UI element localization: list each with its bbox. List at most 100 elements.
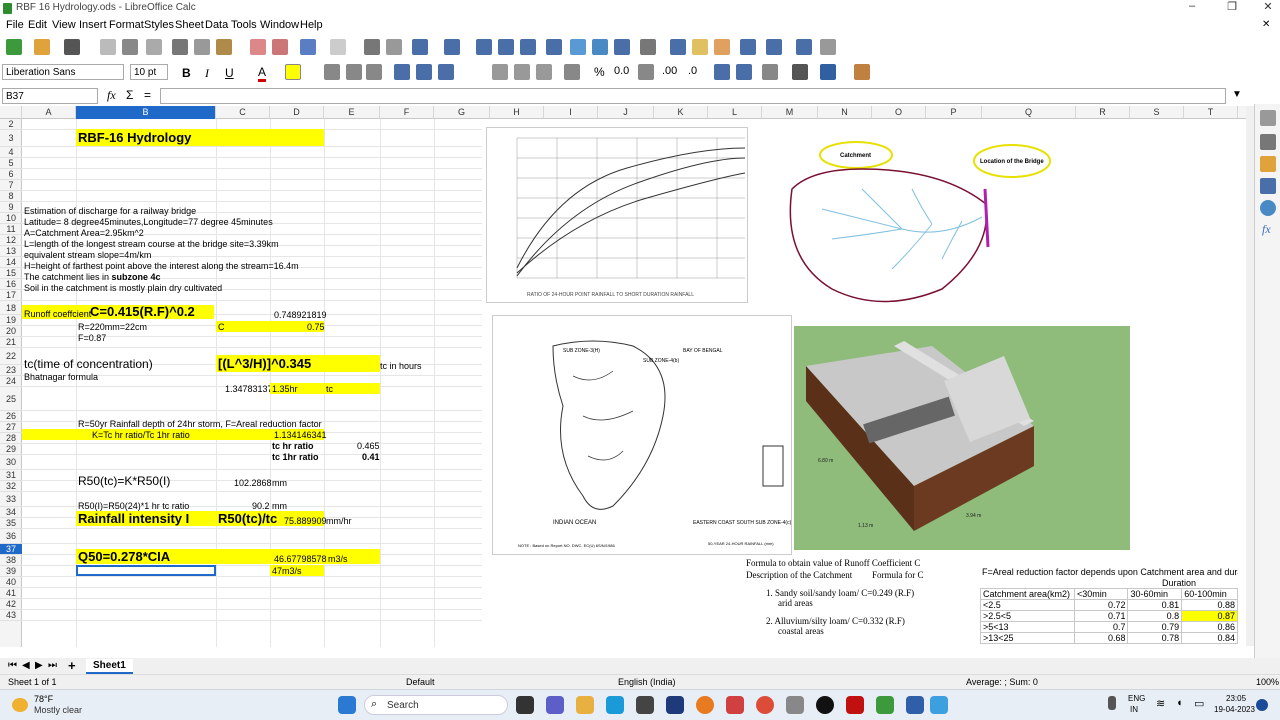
formula-icon[interactable]: = <box>144 88 151 102</box>
border-style-icon[interactable] <box>792 64 808 80</box>
notification-icon[interactable] <box>1256 699 1268 711</box>
properties-icon[interactable] <box>1260 134 1276 150</box>
row-header[interactable]: 15 <box>0 268 22 279</box>
app-icon[interactable] <box>666 696 684 714</box>
row-header[interactable]: 34 <box>0 507 22 518</box>
print-preview-icon[interactable] <box>146 39 162 55</box>
first-sheet-icon[interactable]: ⏮ <box>8 660 17 671</box>
column-header[interactable]: F <box>380 106 434 119</box>
active-cell-b37[interactable] <box>76 565 216 576</box>
row-header[interactable]: 6 <box>0 169 22 180</box>
store-icon[interactable] <box>636 696 654 714</box>
menu-window[interactable]: Window <box>260 19 299 31</box>
cell-e28[interactable]: 0.41 <box>362 452 380 463</box>
sidebar-menu-icon[interactable] <box>1260 110 1276 126</box>
delete-decimal-icon[interactable]: .0 <box>688 65 697 77</box>
row-header-selected[interactable]: 37 <box>0 544 22 555</box>
row-header[interactable]: 13 <box>0 246 22 257</box>
cell-a15[interactable]: The catchment lies in subzone 4c <box>24 272 161 283</box>
formula-input[interactable] <box>160 88 1226 104</box>
cell-b36[interactable]: Q50=0.278*CIA <box>78 550 170 563</box>
cell-d28[interactable]: tc 1hr ratio <box>272 452 319 463</box>
row-header[interactable]: 28 <box>0 433 22 444</box>
vertical-scrollbar[interactable] <box>1246 106 1254 646</box>
cell-a11[interactable]: A=Catchment Area=2.95km^2 <box>24 228 144 239</box>
menu-sheet[interactable]: Sheet <box>175 19 204 31</box>
column-header[interactable]: R <box>1076 106 1130 119</box>
align-left-icon[interactable] <box>324 64 340 80</box>
cell-c30[interactable]: 102.2868 <box>234 478 272 489</box>
table-cell[interactable]: >13<25 <box>980 632 1075 644</box>
cell-e27[interactable]: 0.465 <box>357 441 380 452</box>
row-header[interactable]: 23 <box>0 365 22 376</box>
row-header[interactable]: 19 <box>0 315 22 326</box>
name-box[interactable]: B37 <box>2 88 98 104</box>
align-top-icon[interactable] <box>394 64 410 80</box>
teams-icon[interactable] <box>546 696 564 714</box>
rainfall-zone-map-image[interactable]: SUB ZONE-3(H) SUB ZONE-4(b) BAY OF BENGA… <box>492 315 792 555</box>
cell-d19[interactable]: 0.75 <box>307 322 325 333</box>
minimize-button[interactable]: – <box>1180 0 1204 16</box>
column-header[interactable]: P <box>926 106 982 119</box>
clock-date[interactable]: 19-04-2023 <box>1214 705 1255 714</box>
italic-icon[interactable]: I <box>205 66 209 81</box>
row-header[interactable]: 9 <box>0 202 22 213</box>
column-header[interactable]: L <box>708 106 762 119</box>
edge-icon[interactable] <box>606 696 624 714</box>
column-header[interactable]: A <box>22 106 76 119</box>
row-header[interactable]: 21 <box>0 337 22 348</box>
table-cell[interactable]: 0.88 <box>1181 599 1238 611</box>
prev-sheet-icon[interactable]: ◀ <box>22 660 30 671</box>
decrease-indent-icon[interactable] <box>736 64 752 80</box>
cell-d18[interactable]: 0.748921819 <box>274 310 327 321</box>
align-middle-icon[interactable] <box>416 64 432 80</box>
menu-help[interactable]: Help <box>300 19 323 31</box>
cell-c19[interactable]: C <box>218 322 225 333</box>
cell-b26[interactable]: K=Tc hr ratio/Tc 1hr ratio <box>92 430 190 441</box>
acrobat-icon[interactable] <box>846 696 864 714</box>
settings-icon[interactable] <box>786 696 804 714</box>
app2-icon[interactable] <box>726 696 744 714</box>
row-header[interactable]: 17 <box>0 290 22 301</box>
row-header[interactable]: 40 <box>0 577 22 588</box>
cell-a23[interactable]: Bhatnagar formula <box>24 372 98 383</box>
column-header[interactable]: E <box>324 106 380 119</box>
navigator-icon[interactable] <box>1260 200 1276 216</box>
microphone-icon[interactable] <box>1108 696 1116 710</box>
export-pdf-icon[interactable] <box>100 39 116 55</box>
row-header[interactable]: 32 <box>0 481 22 492</box>
row-header[interactable]: 29 <box>0 444 22 455</box>
row-header[interactable]: 8 <box>0 191 22 202</box>
cell-e33[interactable]: mm/hr <box>326 516 352 527</box>
app3-icon[interactable] <box>930 696 948 714</box>
column-header[interactable]: J <box>598 106 654 119</box>
cell-d27[interactable]: tc hr ratio <box>272 441 314 452</box>
add-sheet-icon[interactable]: + <box>68 658 76 673</box>
row-header[interactable]: 36 <box>0 529 22 544</box>
sheet-grid[interactable]: RBF-16 Hydrology Estimation of discharge… <box>22 119 1238 647</box>
weather-condition[interactable]: Mostly clear <box>34 705 82 715</box>
table-cell[interactable]: 0.81 <box>1127 599 1183 611</box>
maximize-button[interactable]: ❐ <box>1220 0 1244 16</box>
headers-footers-icon[interactable] <box>714 39 730 55</box>
cell-b18[interactable]: C=0.415(R.F)^0.2 <box>90 305 195 318</box>
table-cell[interactable]: 0.8 <box>1127 610 1183 622</box>
table-cell[interactable]: 0.84 <box>1181 632 1238 644</box>
cell-e36[interactable]: m3/s <box>328 554 348 565</box>
menu-data[interactable]: Data <box>205 19 228 31</box>
column-icon[interactable] <box>444 39 460 55</box>
sum-icon[interactable]: Σ <box>126 88 133 102</box>
undo-icon[interactable] <box>300 39 316 55</box>
show-draw-functions-icon[interactable] <box>820 39 836 55</box>
percent-icon[interactable]: % <box>594 65 605 79</box>
column-header[interactable]: G <box>434 106 490 119</box>
table-header[interactable]: 30-60min <box>1127 588 1183 600</box>
menu-insert[interactable]: Insert <box>79 19 107 31</box>
close-document-icon[interactable]: ✕ <box>1262 19 1270 30</box>
increase-indent-icon[interactable] <box>714 64 730 80</box>
align-center-icon[interactable] <box>346 64 362 80</box>
areal-table-title[interactable]: F=Areal reduction factor depends upon Ca… <box>982 567 1238 578</box>
table-header[interactable]: <30min <box>1073 588 1129 600</box>
print-icon[interactable] <box>122 39 138 55</box>
cell-b33[interactable]: Rainfall intensity I <box>78 512 189 525</box>
